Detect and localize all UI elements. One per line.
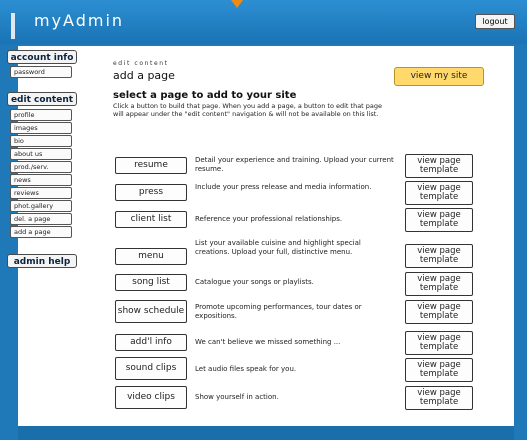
sidebar-item-phot-gallery[interactable]: phot.gallery <box>10 200 72 212</box>
sidebar-item-images[interactable]: images <box>10 122 72 134</box>
sidebar-item-news[interactable]: news <box>10 174 72 186</box>
view-template-button-show-schedule[interactable]: view page template <box>405 300 473 324</box>
sidebar-item-about-us[interactable]: about us <box>10 148 72 160</box>
edit-content-header[interactable]: edit content <box>7 92 77 106</box>
admin-help-header[interactable]: admin help <box>7 254 77 268</box>
logo-accent-bar <box>11 13 15 39</box>
sidebar-item-bio[interactable]: bio <box>10 135 72 147</box>
sidebar-item-add-a-page[interactable]: add a page <box>10 226 72 238</box>
add-sound-clips-button[interactable]: sound clips <box>115 357 187 380</box>
press-description: Include your press release and media inf… <box>195 183 372 191</box>
page-title: add a page <box>113 69 175 82</box>
view-template-button-sound-clips[interactable]: view page template <box>405 358 473 382</box>
view-template-button-resume[interactable]: view page template <box>405 154 473 178</box>
view-template-button-press[interactable]: view page template <box>405 181 473 205</box>
view-template-button-menu[interactable]: view page template <box>405 244 473 268</box>
client-list-description: Reference your professional relationship… <box>195 215 343 223</box>
video-clips-description: Show yourself in action. <box>195 393 279 401</box>
account-info-header[interactable]: account info <box>7 50 77 64</box>
menu-description: List your available cuisine and highligh… <box>195 239 361 256</box>
top-marker-icon <box>231 0 243 8</box>
sidebar-item-del-a-page[interactable]: del. a page <box>10 213 72 225</box>
footer-bar <box>18 426 514 440</box>
app-title: myAdmin <box>34 11 125 30</box>
view-template-button-video-clips[interactable]: view page template <box>405 386 473 410</box>
addl-info-description: We can't believe we missed something ... <box>195 338 341 346</box>
view-my-site-button[interactable]: view my site <box>394 67 484 86</box>
logout-button[interactable]: logout <box>475 14 515 29</box>
song-list-description: Catalogue your songs or playlists. <box>195 278 314 286</box>
sound-clips-description: Let audio files speak for you. <box>195 365 297 373</box>
show-schedule-description: Promote upcoming performances, tour date… <box>195 303 362 320</box>
add-resume-button[interactable]: resume <box>115 157 187 174</box>
add-client-list-button[interactable]: client list <box>115 211 187 228</box>
sidebar-item-profile[interactable]: profile <box>10 109 72 121</box>
add-video-clips-button[interactable]: video clips <box>115 386 187 409</box>
add-addl-info-button[interactable]: add'l info <box>115 334 187 351</box>
resume-description: Detail your experience and training. Upl… <box>195 156 394 173</box>
add-song-list-button[interactable]: song list <box>115 274 187 291</box>
intro-text: Click a button to build that page. When … <box>113 102 383 118</box>
sidebar-item-prod-serv[interactable]: prod./serv. <box>10 161 72 173</box>
section-kicker: edit content <box>113 60 169 67</box>
sidebar-item-password[interactable]: password <box>10 66 72 78</box>
section-heading: select a page to add to your site <box>113 90 297 101</box>
add-show-schedule-button[interactable]: show schedule <box>115 300 187 323</box>
sidebar-item-reviews[interactable]: reviews <box>10 187 72 199</box>
view-template-button-addl-info[interactable]: view page template <box>405 331 473 355</box>
add-menu-button[interactable]: menu <box>115 248 187 265</box>
add-press-button[interactable]: press <box>115 184 187 201</box>
view-template-button-client-list[interactable]: view page template <box>405 208 473 232</box>
view-template-button-song-list[interactable]: view page template <box>405 272 473 296</box>
